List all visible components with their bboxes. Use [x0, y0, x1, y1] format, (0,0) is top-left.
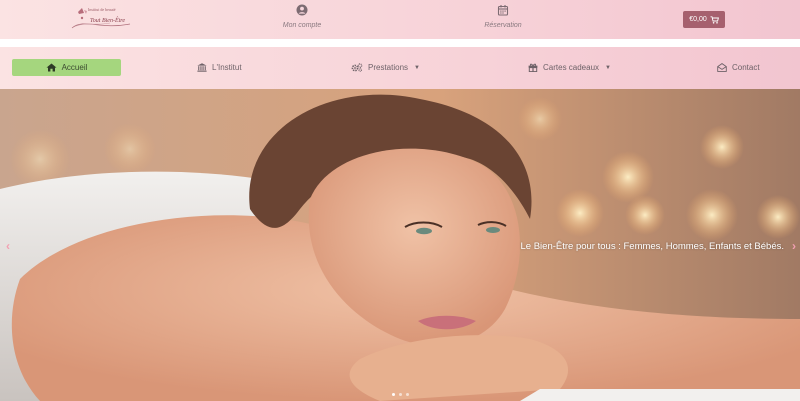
- logo-name: Tout Bien-Être: [90, 18, 126, 24]
- top-bar: Institut de beauté Tout Bien-Être Mon co…: [0, 0, 800, 39]
- nav-institut-label: L'Institut: [212, 63, 242, 72]
- logo[interactable]: Institut de beauté Tout Bien-Être: [70, 4, 134, 32]
- account-link[interactable]: Mon compte: [252, 4, 352, 29]
- cart-amount: €0,00: [689, 16, 707, 23]
- slider-dots: [392, 393, 409, 396]
- chevron-down-icon: ▼: [605, 64, 611, 71]
- reservation-link[interactable]: Réservation: [453, 4, 553, 29]
- nav-item-institut[interactable]: L'Institut: [197, 59, 242, 76]
- chevron-down-icon: ▼: [414, 64, 420, 71]
- hero-caption: Le Bien-Être pour tous : Femmes, Hommes,…: [520, 241, 784, 252]
- nav-cartes-label: Cartes cadeaux: [543, 63, 600, 72]
- slider-dot[interactable]: [392, 393, 395, 396]
- reservation-label: Réservation: [484, 22, 522, 29]
- nav-item-home[interactable]: Accueil: [12, 59, 121, 76]
- gift-icon: [528, 63, 538, 72]
- cart-icon: [710, 15, 719, 24]
- nav-item-cartes-cadeaux[interactable]: Cartes cadeaux ▼: [528, 59, 611, 76]
- slider-dot[interactable]: [399, 393, 402, 396]
- gears-icon: [351, 63, 363, 72]
- nav-home-label: Accueil: [61, 63, 88, 72]
- logo-tagline: Institut de beauté: [88, 7, 116, 12]
- slider-next-arrow[interactable]: ›: [792, 239, 796, 253]
- header-separator: [0, 39, 800, 47]
- nav-prestations-label: Prestations: [368, 63, 409, 72]
- account-label: Mon compte: [282, 22, 322, 29]
- nav-item-prestations[interactable]: Prestations ▼: [351, 59, 420, 76]
- home-icon: [46, 63, 57, 72]
- nav-contact-label: Contact: [732, 63, 760, 72]
- slider-prev-arrow[interactable]: ‹: [6, 239, 10, 253]
- hero-slider: ‹ › Le Bien-Être pour tous : Femmes, Hom…: [0, 89, 800, 401]
- institution-icon: [197, 63, 207, 72]
- slider-dot[interactable]: [406, 393, 409, 396]
- user-circle-icon: [296, 4, 308, 16]
- cart-button[interactable]: €0,00: [683, 11, 725, 28]
- nav-item-contact[interactable]: Contact: [717, 59, 760, 76]
- envelope-open-icon: [717, 63, 727, 72]
- main-nav: Accueil L'Institut Prestations ▼ Cartes …: [0, 47, 800, 89]
- calendar-icon: [497, 5, 509, 16]
